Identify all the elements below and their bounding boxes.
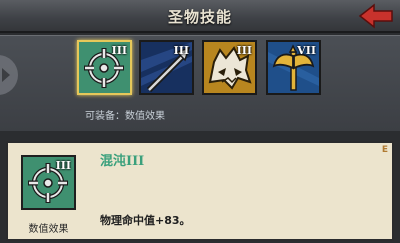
back-button[interactable] xyxy=(358,3,394,29)
skill-slot-2[interactable]: III xyxy=(139,40,194,95)
page-title: 圣物技能 xyxy=(167,8,232,26)
skill-detail-panel: E III 数值效果 混沌III 物理命中值+83。 xyxy=(6,141,394,241)
corner-marker: E xyxy=(381,145,388,155)
skill-description: 物理命中值+83。 xyxy=(100,214,191,227)
title-bar: 圣物技能 xyxy=(0,0,400,33)
equip-label: 可装备：数值效果 xyxy=(85,111,165,122)
detail-type-label: 数值效果 xyxy=(28,224,69,235)
skill-level: III xyxy=(173,44,189,57)
skill-slot-3[interactable]: III xyxy=(202,40,257,95)
detail-skill-icon: III xyxy=(21,155,76,210)
skill-level: III xyxy=(236,44,252,57)
back-arrow-icon xyxy=(358,3,393,29)
skill-name: 混沌III xyxy=(100,154,145,169)
skill-selection-panel xyxy=(0,35,400,131)
detail-skill-level: III xyxy=(55,159,71,172)
skill-level: III xyxy=(111,44,127,57)
skill-slot-1[interactable]: III xyxy=(77,40,132,95)
skill-level: VII xyxy=(297,44,316,57)
skill-slot-4[interactable]: VII xyxy=(266,40,321,95)
